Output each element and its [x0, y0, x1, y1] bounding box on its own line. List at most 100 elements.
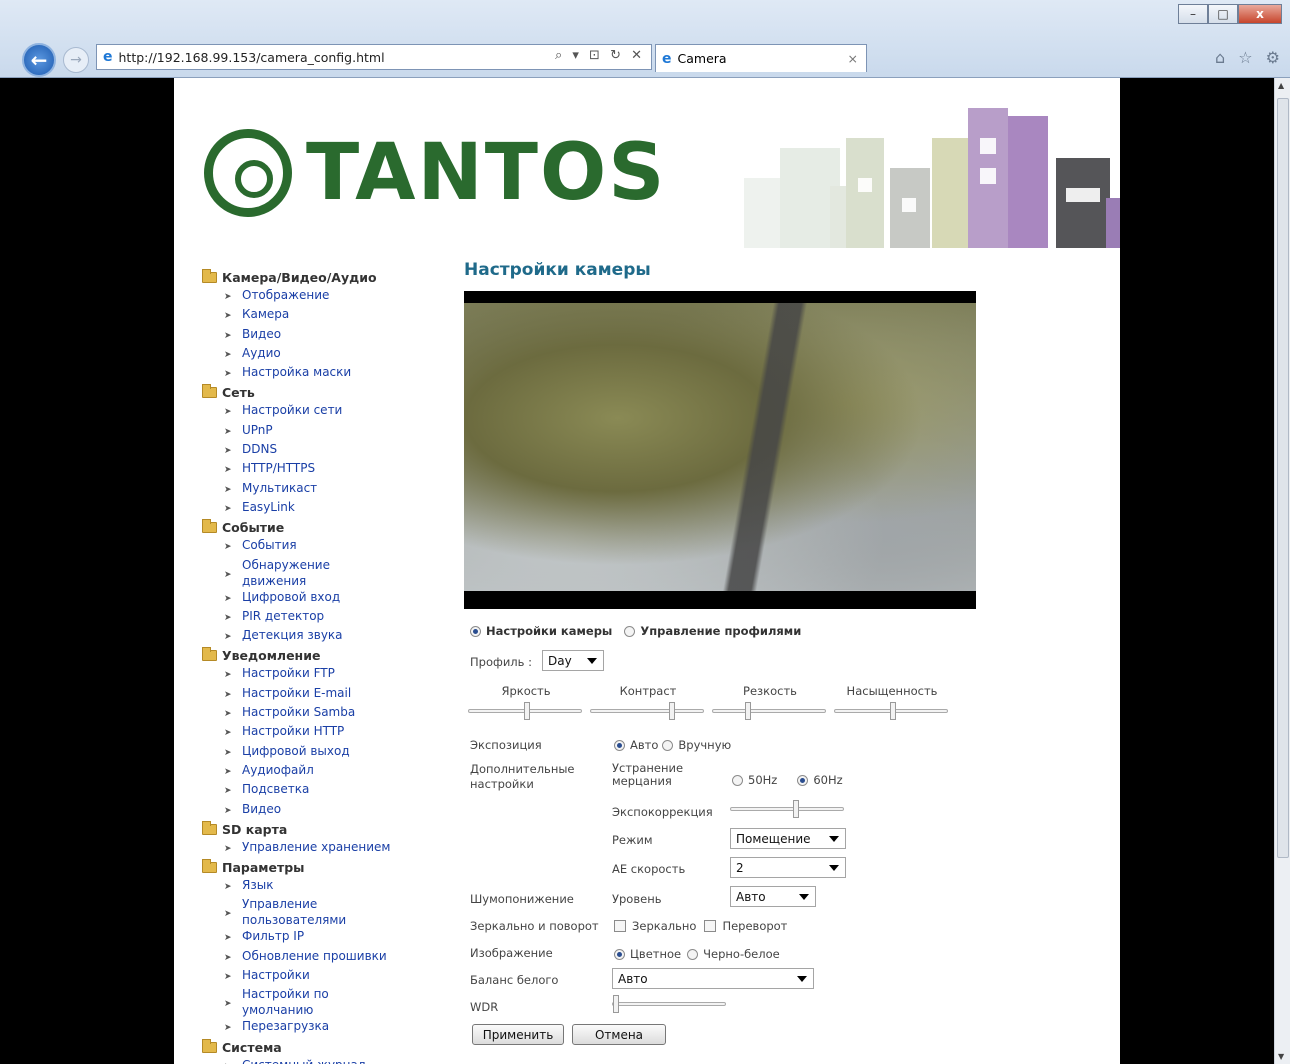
- sidebar-item[interactable]: ➤ Настройки: [202, 967, 432, 986]
- scroll-thumb[interactable]: [1277, 98, 1289, 858]
- sharpness-slider[interactable]: [712, 702, 826, 720]
- sidebar-item[interactable]: ➤ Цифровой выход: [202, 743, 432, 762]
- sidebar-item[interactable]: ➤ Камера: [202, 306, 432, 325]
- sidebar-item[interactable]: ➤ Отображение: [202, 287, 432, 306]
- arrow-icon: ➤: [224, 882, 232, 893]
- contrast-knob[interactable]: [669, 702, 675, 720]
- sharpness-knob[interactable]: [745, 702, 751, 720]
- arrow-icon: ➤: [224, 311, 232, 322]
- address-tools[interactable]: ⌕ ▾ ⊡ ↻ ✕: [555, 48, 645, 63]
- brightness-slider[interactable]: [468, 702, 582, 720]
- sidebar-item[interactable]: ➤ EasyLink: [202, 499, 432, 518]
- cancel-button[interactable]: Отмена: [572, 1024, 666, 1045]
- sidebar-item[interactable]: ➤ Управление пользователями: [202, 896, 432, 928]
- exposure-auto-radio[interactable]: [614, 739, 625, 751]
- profile-select[interactable]: Day: [542, 650, 604, 671]
- arrow-icon: ➤: [224, 805, 232, 816]
- back-button[interactable]: ←: [22, 43, 56, 77]
- sidebar-item[interactable]: ➤ Детекция звука: [202, 627, 432, 646]
- sidebar-item[interactable]: ➤ Настройки FTP: [202, 665, 432, 684]
- sidebar-item[interactable]: ➤ Настройка маски: [202, 364, 432, 383]
- color-radio[interactable]: [614, 948, 625, 960]
- bw-radio[interactable]: [687, 948, 699, 960]
- sidebar-item[interactable]: ➤ События: [202, 537, 432, 556]
- exposure-compensation-knob[interactable]: [793, 800, 799, 818]
- sidebar-group[interactable]: Событие: [202, 518, 432, 537]
- sidebar-item[interactable]: ➤ Обновление прошивки: [202, 948, 432, 967]
- extra-settings-label: Дополнительные настройки: [470, 762, 575, 791]
- wdr-knob[interactable]: [613, 995, 619, 1013]
- tab-camera[interactable]: e Camera ×: [655, 44, 867, 72]
- exposure-label: Экспозиция: [470, 738, 542, 752]
- flip-checkbox[interactable]: [704, 920, 717, 932]
- wdr-label: WDR: [470, 1000, 499, 1014]
- maximize-button[interactable]: □: [1208, 4, 1238, 24]
- sidebar-item[interactable]: ➤ Подсветка: [202, 781, 432, 800]
- sidebar-item[interactable]: ➤ UPnP: [202, 422, 432, 441]
- sidebar-item[interactable]: ➤Системный журнал: [202, 1057, 432, 1064]
- sidebar-item[interactable]: ➤ Аудиофайл: [202, 762, 432, 781]
- arrow-icon: ➤: [224, 542, 232, 553]
- arrow-icon: ➤: [224, 484, 232, 495]
- logo-mark-icon: [204, 129, 292, 217]
- mirror-checkbox[interactable]: [614, 920, 626, 932]
- sidebar-item[interactable]: ➤ Видео: [202, 326, 432, 345]
- close-button[interactable]: x: [1238, 4, 1282, 24]
- sidebar-item[interactable]: ➤ Видео: [202, 801, 432, 820]
- scroll-down-icon[interactable]: ▼: [1278, 1052, 1284, 1061]
- profile-value: Day: [548, 653, 572, 668]
- sidebar-group[interactable]: Камера/Видео/Аудио: [202, 268, 432, 287]
- forward-button[interactable]: →: [63, 47, 89, 73]
- sidebar-group[interactable]: Сеть: [202, 383, 432, 402]
- contrast-label: Контраст: [619, 684, 677, 698]
- sidebar-item[interactable]: ➤ Настройки HTTP: [202, 723, 432, 742]
- chevron-down-icon: [799, 894, 809, 900]
- wdr-slider[interactable]: [612, 995, 726, 1013]
- arrow-icon: ➤: [224, 909, 232, 920]
- mode-camera-radio[interactable]: [470, 625, 481, 637]
- address-bar[interactable]: e http://192.168.99.153/camera_config.ht…: [96, 44, 652, 70]
- folder-icon: [202, 384, 217, 399]
- sidebar-group[interactable]: Уведомление: [202, 646, 432, 665]
- white-balance-select[interactable]: Авто: [612, 968, 814, 989]
- noise-level-select[interactable]: Авто: [730, 886, 816, 907]
- sidebar-item[interactable]: ➤ HTTP/HTTPS: [202, 460, 432, 479]
- saturation-slider[interactable]: [834, 702, 948, 720]
- exposure-manual-radio[interactable]: [662, 739, 674, 751]
- sidebar-item[interactable]: ➤ PIR детектор: [202, 608, 432, 627]
- scroll-up-icon[interactable]: ▲: [1278, 81, 1284, 90]
- sidebar-item[interactable]: ➤ Управление хранением: [202, 839, 432, 858]
- contrast-slider[interactable]: [590, 702, 704, 720]
- sidebar-item[interactable]: ➤ Цифровой вход: [202, 589, 432, 608]
- exposure-compensation-slider[interactable]: [730, 800, 844, 818]
- hz50-radio[interactable]: [732, 774, 743, 786]
- sidebar-item[interactable]: ➤ DDNS: [202, 441, 432, 460]
- tab-close-icon[interactable]: ×: [848, 51, 858, 66]
- sidebar-item-label: Управление хранением: [242, 839, 391, 854]
- brightness-knob[interactable]: [524, 702, 530, 720]
- vertical-scrollbar[interactable]: ▲ ▼: [1274, 78, 1290, 1064]
- mode-select[interactable]: Помещение: [730, 828, 846, 849]
- hz60-radio[interactable]: [797, 774, 809, 786]
- sidebar-group[interactable]: Система: [202, 1038, 432, 1057]
- apply-button[interactable]: Применить: [472, 1024, 564, 1045]
- sidebar-item[interactable]: ➤ Настройки по умолчанию: [202, 986, 432, 1018]
- mode-profiles-radio[interactable]: [624, 625, 636, 637]
- arrow-icon: ➤: [224, 407, 232, 418]
- minimize-button[interactable]: –: [1178, 4, 1208, 24]
- sidebar-item[interactable]: ➤ Перезагрузка: [202, 1018, 432, 1037]
- sidebar-group[interactable]: SD карта: [202, 820, 432, 839]
- sidebar-item[interactable]: ➤ Фильтр IP: [202, 928, 432, 947]
- sidebar-item[interactable]: ➤ Настройки E-mail: [202, 685, 432, 704]
- exposure-options: Авто Вручную: [614, 738, 731, 752]
- sidebar-item[interactable]: ➤ Настройки Samba: [202, 704, 432, 723]
- home-favorites-settings-icons[interactable]: ⌂ ☆ ⚙: [1215, 48, 1284, 67]
- sidebar-item[interactable]: ➤ Настройки сети: [202, 402, 432, 421]
- saturation-knob[interactable]: [890, 702, 896, 720]
- sidebar-item[interactable]: ➤ Язык: [202, 877, 432, 896]
- ae-speed-select[interactable]: 2: [730, 857, 846, 878]
- sidebar-group[interactable]: Параметры: [202, 858, 432, 877]
- sidebar-item[interactable]: ➤ Мультикаст: [202, 480, 432, 499]
- sidebar-item[interactable]: ➤ Аудио: [202, 345, 432, 364]
- sidebar-item[interactable]: ➤ Обнаружение движения: [202, 557, 432, 589]
